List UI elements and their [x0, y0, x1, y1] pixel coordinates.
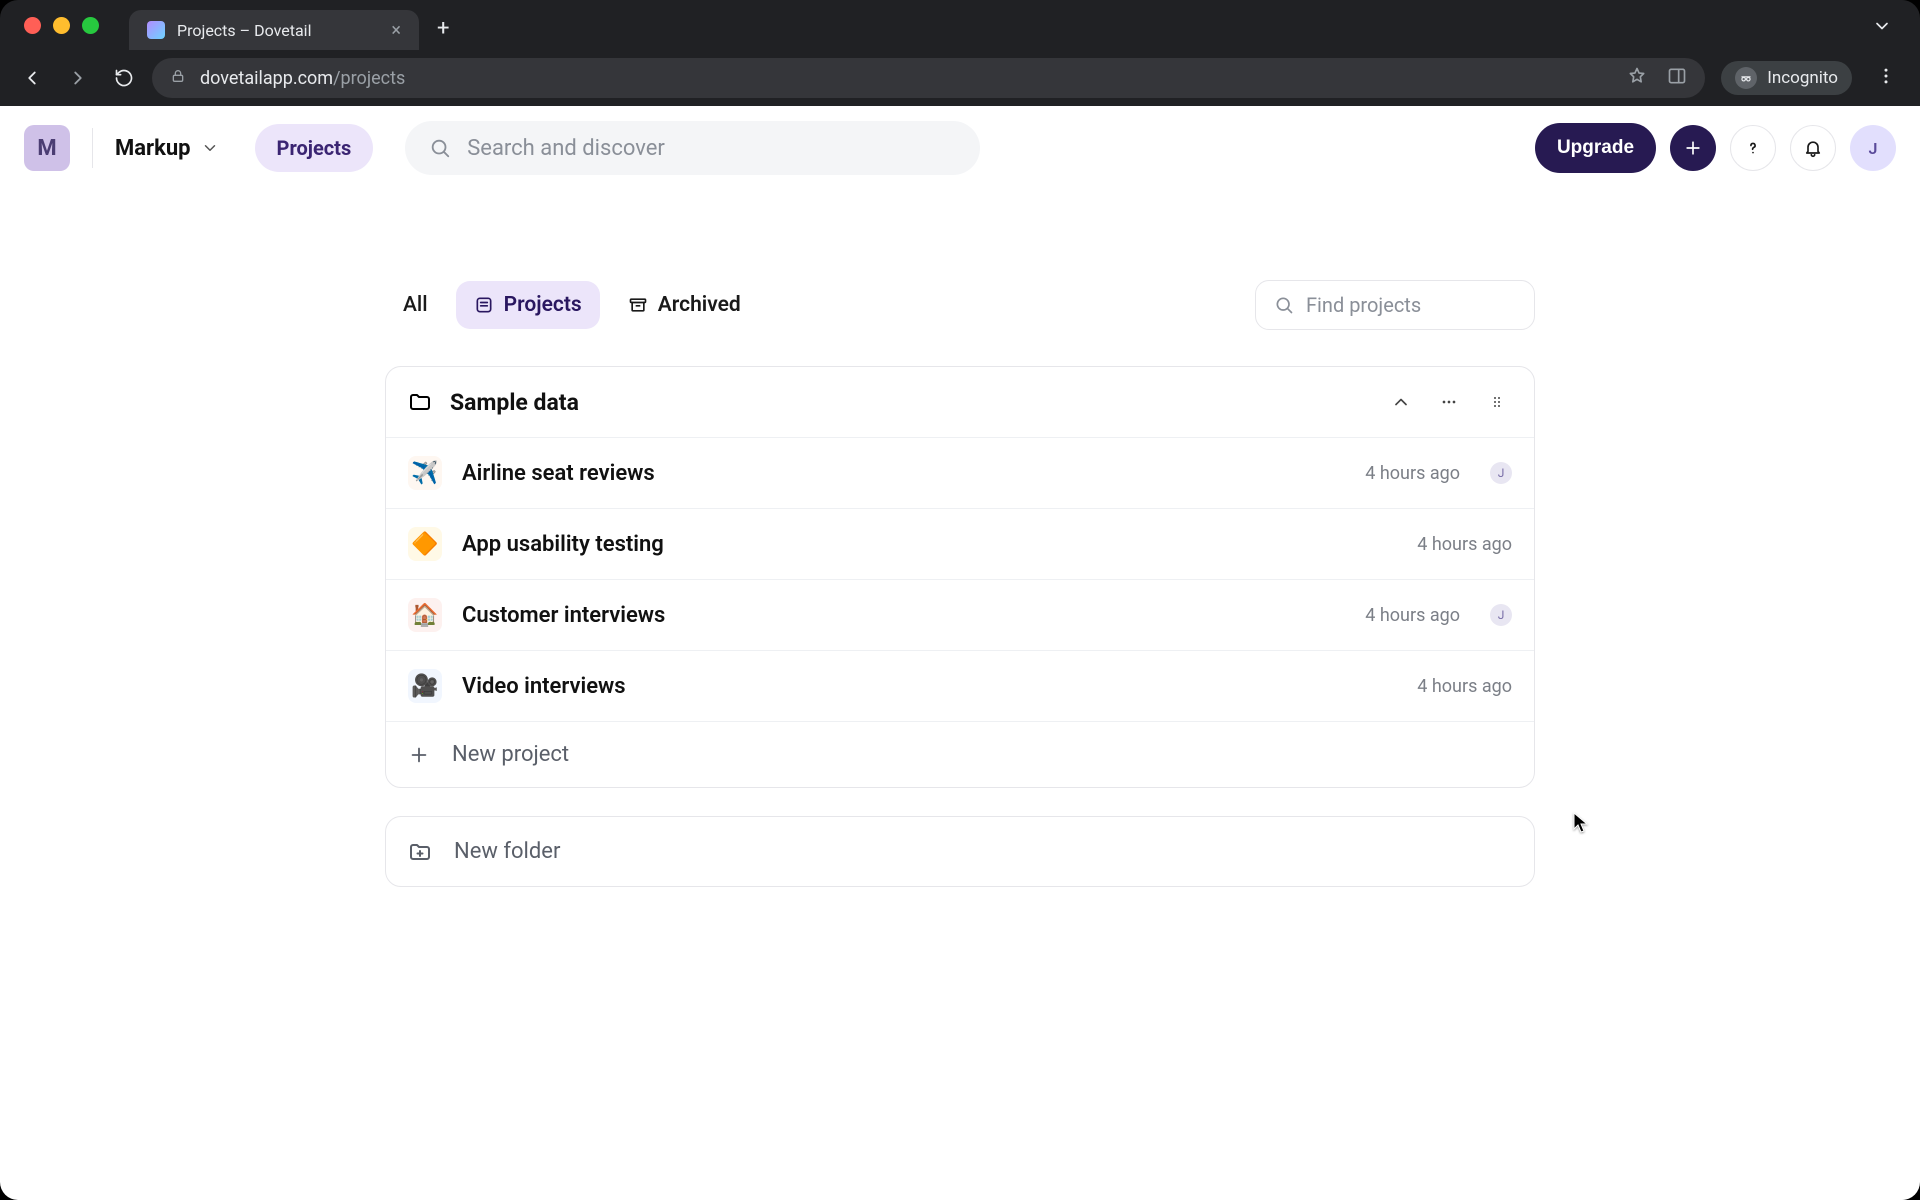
- project-emoji-icon: ✈️: [408, 456, 442, 490]
- new-tab-button[interactable]: +: [437, 16, 449, 41]
- project-time: 4 hours ago: [1417, 534, 1512, 555]
- project-time: 4 hours ago: [1365, 605, 1460, 626]
- folder-menu-button[interactable]: [1434, 387, 1464, 417]
- tab-close-icon[interactable]: ×: [391, 20, 401, 41]
- forward-button[interactable]: [60, 60, 96, 96]
- find-projects-input[interactable]: Find projects: [1255, 280, 1535, 330]
- favicon-icon: [147, 21, 165, 39]
- new-folder-button[interactable]: New folder: [385, 816, 1535, 887]
- folder-name: Sample data: [450, 389, 579, 416]
- project-emoji-icon: 🎥: [408, 669, 442, 703]
- cursor-icon: [1573, 812, 1589, 834]
- archive-icon: [628, 295, 648, 315]
- address-bar-row: dovetailapp.com/projects Incognito: [0, 50, 1920, 106]
- project-emoji-icon: 🔶: [408, 527, 442, 561]
- search-placeholder: Search and discover: [467, 136, 665, 161]
- tab-all[interactable]: All: [385, 281, 446, 329]
- workspace-name: Markup: [115, 136, 191, 161]
- incognito-label: Incognito: [1767, 68, 1838, 88]
- collapse-button[interactable]: [1386, 387, 1416, 417]
- project-row[interactable]: 🎥 Video interviews 4 hours ago: [386, 650, 1534, 721]
- search-icon: [429, 137, 451, 159]
- upgrade-button[interactable]: Upgrade: [1535, 123, 1656, 173]
- folder-header[interactable]: Sample data: [386, 367, 1534, 437]
- project-row[interactable]: 🏠 Customer interviews 4 hours ago J: [386, 579, 1534, 650]
- projects-icon: [474, 295, 494, 315]
- content: All Projects Archived Find projects Samp…: [385, 280, 1535, 887]
- window-controls: [24, 17, 99, 34]
- new-project-label: New project: [452, 742, 569, 767]
- divider: [92, 128, 93, 168]
- project-name: Airline seat reviews: [462, 461, 655, 486]
- incognito-icon: [1735, 67, 1757, 89]
- reload-button[interactable]: [106, 60, 142, 96]
- folder-plus-icon: [408, 840, 432, 864]
- project-name: App usability testing: [462, 532, 664, 557]
- project-name: Customer interviews: [462, 603, 665, 628]
- url-text: dovetailapp.com/projects: [200, 68, 405, 89]
- contributor-avatar: J: [1490, 462, 1512, 484]
- filter-toolbar: All Projects Archived Find projects: [385, 280, 1535, 330]
- browser-chrome: Projects – Dovetail × + dovetailapp.com/…: [0, 0, 1920, 106]
- help-button[interactable]: [1730, 125, 1776, 171]
- window-minimize-icon[interactable]: [53, 17, 70, 34]
- project-row[interactable]: 🔶 App usability testing 4 hours ago: [386, 508, 1534, 579]
- page: M Markup Projects Search and discover Up…: [0, 106, 1920, 1200]
- new-folder-label: New folder: [454, 839, 560, 864]
- project-time: 4 hours ago: [1417, 676, 1512, 697]
- tab-archived[interactable]: Archived: [610, 281, 759, 329]
- user-avatar[interactable]: J: [1850, 125, 1896, 171]
- project-emoji-icon: 🏠: [408, 598, 442, 632]
- window-maximize-icon[interactable]: [82, 17, 99, 34]
- project-row[interactable]: ✈️ Airline seat reviews 4 hours ago J: [386, 437, 1534, 508]
- global-search[interactable]: Search and discover: [405, 121, 980, 175]
- back-button[interactable]: [14, 60, 50, 96]
- window-close-icon[interactable]: [24, 17, 41, 34]
- find-placeholder: Find projects: [1306, 293, 1421, 317]
- tab-strip: Projects – Dovetail × +: [0, 0, 1920, 50]
- tab-title: Projects – Dovetail: [177, 21, 379, 40]
- tab-archived-label: Archived: [658, 293, 741, 317]
- app-header: M Markup Projects Search and discover Up…: [0, 106, 1920, 190]
- workspace-switcher[interactable]: Markup: [115, 136, 219, 161]
- folder-icon: [408, 390, 432, 414]
- incognito-chip[interactable]: Incognito: [1721, 61, 1852, 95]
- search-icon: [1274, 295, 1294, 315]
- tabs-dropdown-icon[interactable]: [1872, 16, 1892, 40]
- new-project-button[interactable]: New project: [386, 721, 1534, 787]
- contributor-avatar: J: [1490, 604, 1512, 626]
- lock-icon: [170, 68, 186, 89]
- bookmark-icon[interactable]: [1627, 66, 1647, 91]
- plus-icon: [408, 744, 430, 766]
- browser-tab[interactable]: Projects – Dovetail ×: [129, 10, 419, 50]
- workspace-avatar[interactable]: M: [24, 125, 70, 171]
- browser-menu-icon[interactable]: [1876, 66, 1896, 90]
- drag-handle-icon[interactable]: [1482, 387, 1512, 417]
- side-panel-icon[interactable]: [1667, 66, 1687, 91]
- notifications-button[interactable]: [1790, 125, 1836, 171]
- tab-projects[interactable]: Projects: [456, 281, 600, 329]
- address-bar[interactable]: dovetailapp.com/projects: [152, 58, 1705, 98]
- project-name: Video interviews: [462, 674, 626, 699]
- folder-card: Sample data ✈️ Airline seat reviews 4 ho…: [385, 366, 1535, 788]
- nav-projects[interactable]: Projects: [255, 124, 374, 172]
- project-time: 4 hours ago: [1365, 463, 1460, 484]
- tab-projects-label: Projects: [504, 293, 582, 317]
- create-button[interactable]: [1670, 125, 1716, 171]
- chevron-down-icon: [201, 139, 219, 157]
